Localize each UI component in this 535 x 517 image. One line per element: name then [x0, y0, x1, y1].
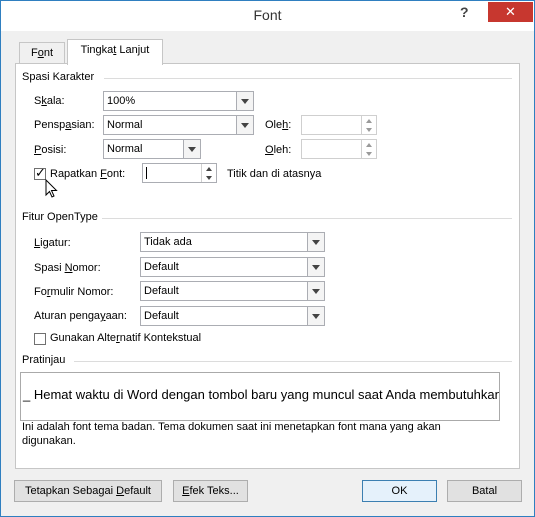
preview-title: Pratinjau: [22, 354, 66, 366]
ok-button[interactable]: OK: [362, 480, 437, 502]
preview-description-line1: Ini adalah font tema badan. Tema dokumen…: [22, 421, 441, 433]
stylistic-sets-combo[interactable]: Default: [140, 306, 325, 326]
stylistic-sets-value: Default: [144, 310, 179, 322]
spacing-by-spinner[interactable]: [301, 115, 377, 135]
position-by-label: Oleh:: [265, 144, 292, 156]
chevron-down-icon[interactable]: [307, 307, 324, 325]
font-dialog: Font ? ✕ Font Tingkat Lanjut Spasi Karak…: [0, 0, 535, 517]
spacing-value: Normal: [107, 119, 143, 131]
close-button[interactable]: ✕: [488, 2, 533, 22]
kerning-suffix: Titik dan di atasnya: [227, 168, 322, 180]
cancel-button[interactable]: Batal: [447, 480, 522, 502]
stylistic-sets-label: Aturan pengayaan:: [34, 310, 127, 322]
spin-up-icon[interactable]: [202, 164, 216, 173]
ligatures-combo[interactable]: Tidak ada: [140, 232, 325, 252]
preview-description-line2: digunakan.: [22, 435, 76, 447]
ligatures-label: Ligatur:: [34, 237, 71, 249]
spacing-combo[interactable]: Normal: [103, 115, 254, 135]
kerning-spinner[interactable]: [142, 163, 217, 183]
position-combo[interactable]: Normal: [103, 139, 201, 159]
advanced-panel: Spasi Karakter Skala: 100% Penspasian: N…: [15, 63, 520, 469]
scale-value: 100%: [107, 95, 136, 107]
text-effects-button[interactable]: Efek Teks...: [173, 480, 248, 502]
number-spacing-label: Spasi Nomor:: [34, 262, 101, 274]
chevron-down-icon[interactable]: [307, 233, 324, 251]
chevron-down-icon[interactable]: [307, 258, 324, 276]
preview-box: _ Hemat waktu di Word dengan tombol baru…: [20, 372, 500, 421]
spin-down-icon[interactable]: [362, 125, 376, 134]
position-value: Normal: [107, 143, 143, 155]
chevron-down-icon[interactable]: [236, 116, 253, 134]
number-spacing-combo[interactable]: Default: [140, 257, 325, 277]
position-label: Posisi:: [34, 144, 67, 156]
spacing-label: Penspasian:: [34, 119, 95, 131]
chevron-down-icon[interactable]: [183, 140, 200, 158]
spin-up-icon[interactable]: [362, 140, 376, 149]
section-divider: [102, 218, 512, 219]
tab-font[interactable]: Font: [19, 42, 65, 64]
number-forms-combo[interactable]: Default: [140, 281, 325, 301]
section-divider: [74, 361, 512, 362]
spacing-by-label: Oleh:: [265, 119, 292, 131]
number-forms-label: Formulir Nomor:: [34, 286, 114, 298]
preview-text: _ Hemat waktu di Word dengan tombol baru…: [23, 387, 500, 402]
chevron-down-icon[interactable]: [307, 282, 324, 300]
spin-down-icon[interactable]: [202, 173, 216, 182]
set-default-button[interactable]: Tetapkan Sebagai Default: [14, 480, 162, 502]
kerning-label: Rapatkan Font:: [50, 168, 126, 180]
mouse-cursor-icon: [45, 179, 58, 198]
spin-up-icon[interactable]: [362, 116, 376, 125]
scale-label: Skala:: [34, 95, 65, 107]
section-divider: [104, 78, 512, 79]
character-spacing-title: Spasi Karakter: [22, 71, 95, 83]
contextual-alternates-checkbox[interactable]: [34, 333, 46, 345]
chevron-down-icon[interactable]: [236, 92, 253, 110]
scale-combo[interactable]: 100%: [103, 91, 254, 111]
help-button[interactable]: ?: [460, 4, 469, 20]
tab-advanced[interactable]: Tingkat Lanjut: [67, 39, 163, 65]
title-bar: Font ? ✕: [1, 1, 534, 31]
tab-advanced-label: Tingkat Lanjut: [80, 44, 150, 56]
ligatures-value: Tidak ada: [144, 236, 192, 248]
text-caret: [146, 167, 147, 179]
position-by-spinner[interactable]: [301, 139, 377, 159]
spin-down-icon[interactable]: [362, 149, 376, 158]
tab-font-label: Font: [30, 47, 54, 59]
opentype-title: Fitur OpenType: [22, 211, 98, 223]
number-forms-value: Default: [144, 285, 179, 297]
window-title: Font: [253, 7, 282, 23]
number-spacing-value: Default: [144, 261, 179, 273]
contextual-alternates-label: Gunakan Alternatif Kontekstual: [50, 332, 202, 344]
